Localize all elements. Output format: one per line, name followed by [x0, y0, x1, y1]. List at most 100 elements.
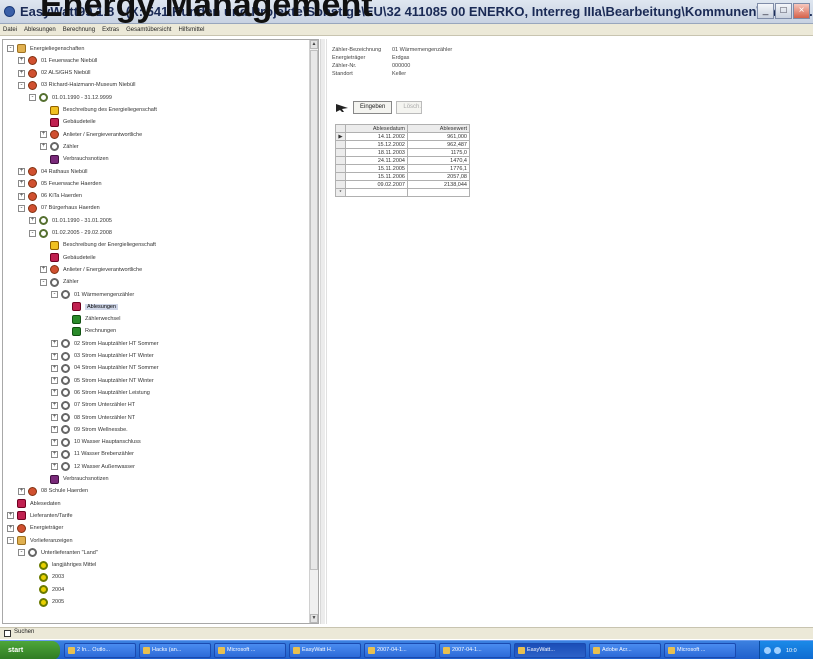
- tree-node[interactable]: - Energieliegenschaften: [7, 43, 84, 54]
- menu-item[interactable]: Gesamtübersicht: [126, 24, 171, 35]
- taskbar-task[interactable]: EasyWatt...: [514, 643, 586, 658]
- tray-icon[interactable]: [764, 647, 771, 654]
- expand-icon[interactable]: +: [51, 401, 58, 409]
- collapse-icon[interactable]: -: [7, 45, 14, 52]
- close-button[interactable]: ×: [793, 3, 810, 19]
- expand-icon[interactable]: +: [51, 377, 58, 385]
- tree-node[interactable]: +05 Feuerwache Haerden: [18, 178, 102, 189]
- minimize-button[interactable]: _: [757, 3, 774, 19]
- tree-pane[interactable]: - Energieliegenschaften +01 Feuerwache Nie…: [2, 39, 319, 624]
- tree-node[interactable]: + Zähler: [40, 141, 79, 152]
- cell-date[interactable]: 15.12.2002: [345, 140, 408, 149]
- collapse-icon[interactable]: -: [7, 537, 14, 544]
- tree-node[interactable]: +01 Feuerwache Niebüll: [18, 55, 97, 66]
- cell-date[interactable]: 18.11.2003: [345, 148, 408, 157]
- tree-node[interactable]: +10 Wasser Hauptanschluss: [51, 437, 141, 448]
- expand-icon[interactable]: +: [51, 463, 58, 471]
- expand-icon[interactable]: +: [51, 389, 58, 397]
- tree-node[interactable]: +09 Strom Wellnessbe.: [51, 424, 128, 435]
- tree-node[interactable]: 2005: [29, 597, 64, 608]
- cell-value[interactable]: [407, 188, 470, 197]
- collapse-icon[interactable]: -: [18, 81, 25, 89]
- expand-icon[interactable]: +: [51, 414, 58, 421]
- expand-icon[interactable]: +: [51, 364, 58, 372]
- expand-icon[interactable]: +: [18, 487, 25, 495]
- maximize-button[interactable]: □: [775, 3, 792, 19]
- tree-node[interactable]: +07 Strom Unterzähler HT: [51, 400, 135, 411]
- tree-node[interactable]: - Vorlieferanzeigen: [7, 535, 73, 546]
- expand-icon[interactable]: +: [18, 192, 25, 200]
- tree-node[interactable]: Verbrauchsnotizen: [40, 154, 109, 165]
- tree-node[interactable]: - 01.02.2005 - 29.02.2008: [29, 228, 112, 239]
- search-icon[interactable]: [4, 630, 11, 637]
- menu-item[interactable]: Berechnung: [63, 24, 95, 35]
- tray-icon[interactable]: [774, 647, 781, 654]
- cell-value[interactable]: 1776,1: [407, 164, 470, 173]
- taskbar-task[interactable]: 2 In... Outlo...: [64, 643, 136, 658]
- row-selector[interactable]: [335, 180, 346, 189]
- row-selector[interactable]: [335, 148, 346, 157]
- expand-icon[interactable]: +: [51, 340, 58, 348]
- menu-item[interactable]: Ablesungen: [24, 24, 56, 35]
- collapse-icon[interactable]: -: [29, 229, 36, 237]
- table-row[interactable]: 18.11.2003 1175,0: [335, 148, 470, 157]
- tree-node[interactable]: - 07 Bürgerhaus Haerden: [18, 203, 100, 214]
- tree-node[interactable]: +02 Strom Hauptzähler HT Sommer: [51, 338, 159, 349]
- table-row[interactable]: ▶ 14.11.2002 961,000: [335, 132, 470, 141]
- tree-node[interactable]: +06 KiTa Haerden: [18, 191, 82, 202]
- expand-icon[interactable]: +: [40, 143, 47, 151]
- tree-node[interactable]: langjähriges Mittel: [29, 560, 96, 571]
- table-row[interactable]: 15.11.2006 2057,08: [335, 172, 470, 181]
- tree-node[interactable]: +06 Strom Hauptzähler Leistung: [51, 387, 150, 398]
- edit-button[interactable]: Eingeben: [353, 101, 393, 114]
- expand-icon[interactable]: +: [40, 131, 47, 139]
- expand-icon[interactable]: +: [51, 450, 58, 458]
- table-row[interactable]: 24.11.2004 1470,4: [335, 156, 470, 165]
- tree-node[interactable]: +08 Strom Unterzähler NT: [51, 412, 135, 423]
- expand-icon[interactable]: +: [18, 168, 25, 175]
- tree-node[interactable]: - 03 Richard-Haizmann-Museum Niebüll: [18, 80, 135, 91]
- tree-node[interactable]: + Anlieter / Energieverantwortliche: [40, 264, 142, 275]
- tree-node[interactable]: Gebäudeteile: [40, 117, 96, 128]
- tree-node[interactable]: - 01.01.1990 - 31.12.9999: [29, 92, 112, 103]
- cell-date[interactable]: 09.02.2007: [345, 180, 408, 189]
- readings-table[interactable]: Ablesedatum Ablesewert ▶ 14.11.2002 961,00…: [335, 124, 470, 197]
- cell-date[interactable]: 24.11.2004: [345, 156, 408, 165]
- menu-item[interactable]: Datei: [3, 24, 17, 35]
- table-row[interactable]: 09.02.2007 2138,044: [335, 180, 470, 189]
- cell-date[interactable]: [345, 188, 408, 197]
- tree-node[interactable]: +08 Schule Haerden: [18, 486, 88, 497]
- tree-node[interactable]: +05 Strom Hauptzähler NT Winter: [51, 375, 154, 386]
- collapse-icon[interactable]: -: [29, 94, 36, 102]
- cell-value[interactable]: 961,000: [407, 132, 470, 141]
- tree-node[interactable]: Gebäudeteile: [40, 252, 96, 263]
- tree-node[interactable]: Beschreibung des Energieliegenschaft: [40, 105, 157, 116]
- cell-value[interactable]: 2138,044: [407, 180, 470, 189]
- row-selector[interactable]: [335, 164, 346, 173]
- tree-node[interactable]: +04 Strom Hauptzähler NT Sommer: [51, 363, 159, 374]
- tree-node[interactable]: Rechnungen: [62, 326, 116, 337]
- table-row[interactable]: *: [335, 188, 470, 197]
- cell-value[interactable]: 2057,08: [407, 172, 470, 181]
- tree-scrollbar[interactable]: ▲ ▼: [309, 40, 318, 623]
- taskbar-task[interactable]: 2007-04-1...: [439, 643, 511, 658]
- expand-icon[interactable]: +: [40, 266, 47, 274]
- tree-node[interactable]: +11 Wasser Brebenzähler: [51, 449, 134, 460]
- tree-node[interactable]: +02 ALS/GHS Niebüll: [18, 68, 91, 79]
- expand-icon[interactable]: +: [51, 438, 58, 446]
- expand-icon[interactable]: +: [18, 180, 25, 188]
- taskbar-task[interactable]: Adobe Acr...: [589, 643, 661, 658]
- tree-node[interactable]: - Zähler: [40, 277, 79, 288]
- expand-icon[interactable]: +: [18, 57, 25, 65]
- taskbar-task[interactable]: 2007-04-1...: [364, 643, 436, 658]
- scroll-up-arrow-icon[interactable]: ▲: [310, 40, 318, 49]
- row-selector[interactable]: *: [335, 188, 346, 197]
- table-row[interactable]: 15.11.2005 1776,1: [335, 164, 470, 173]
- collapse-icon[interactable]: -: [40, 278, 47, 286]
- tree-node[interactable]: +03 Strom Hauptzähler HT Winter: [51, 351, 154, 362]
- taskbar-task[interactable]: Hacks (an...: [139, 643, 211, 658]
- collapse-icon[interactable]: -: [18, 204, 25, 212]
- menu-item[interactable]: Extras: [102, 24, 119, 35]
- tree-node[interactable]: + Anlieter / Energieverantwortliche: [40, 129, 142, 140]
- tree-node[interactable]: - Unterlieferanten "Land": [18, 547, 98, 558]
